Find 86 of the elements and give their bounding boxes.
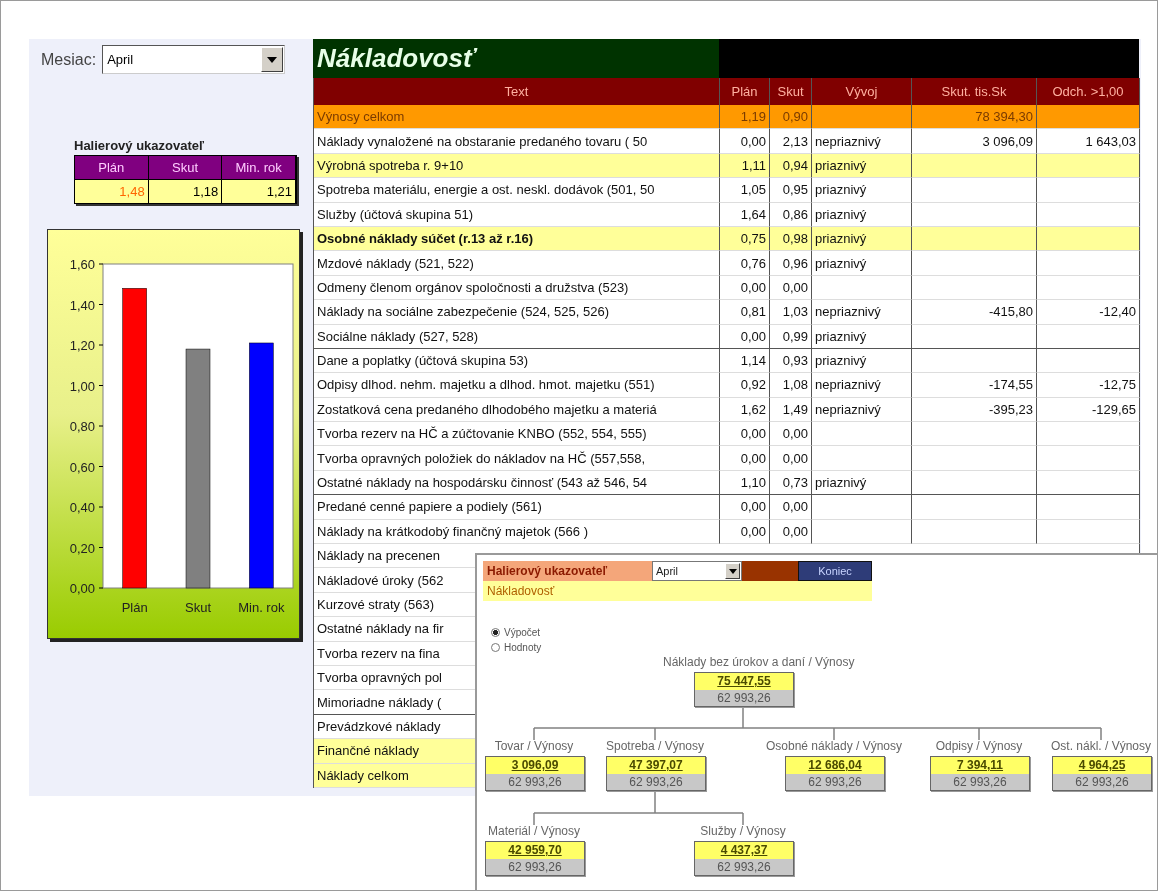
- category-label: Min. rok: [238, 600, 285, 615]
- month-dropdown[interactable]: April: [652, 561, 742, 581]
- radio-option[interactable]: Hodnoty: [491, 642, 581, 653]
- node-base: 62 993,26: [717, 691, 771, 705]
- table-cell: 0,81: [720, 300, 770, 325]
- table-cell: 1,05: [720, 178, 770, 203]
- table-cell: Tvorba opravných položiek do nákladov na HČ (557,558,: [314, 446, 720, 471]
- table-cell: 1,64: [720, 202, 770, 227]
- node-base: 62 993,26: [508, 775, 562, 789]
- dialog-title: Halierový ukazovateľ: [483, 561, 652, 581]
- month-label: Mesiac:: [41, 50, 97, 69]
- table-cell: Náklady vynaložené na obstaranie predaného tovaru ( 50: [314, 129, 720, 154]
- table-cell: 1,18: [148, 179, 223, 203]
- node-label: Spotreba / Výnosy: [605, 739, 705, 753]
- sheet-title: Nákladovosť: [313, 39, 719, 78]
- table-cell: 0,76: [720, 251, 770, 276]
- table-cell: Predané cenné papiere a podiely (561): [314, 495, 720, 520]
- node-label: Služby / Výnosy: [700, 824, 786, 838]
- table-cell: Odpisy dlhod. nehm. majetku a dlhod. hmot. majetku (551): [314, 373, 720, 398]
- node-base: 62 993,26: [629, 775, 683, 789]
- node-label: Tovar / Výnosy: [494, 739, 574, 753]
- node-base: 62 993,26: [717, 860, 771, 874]
- node-base: 62 993,26: [953, 775, 1007, 789]
- dropdown-arrow-icon: [267, 56, 278, 63]
- table-cell: 0,00: [720, 324, 770, 349]
- axis-tick-label: 0,40: [69, 500, 95, 515]
- axis-tick-label: 1,40: [69, 297, 95, 313]
- category-label: Plán: [121, 600, 148, 615]
- table-cell: priaznivý: [812, 178, 912, 203]
- table-cell: -415,80: [912, 300, 1037, 325]
- table-cell: 0,92: [720, 373, 770, 398]
- table-cell: 0,86: [770, 202, 812, 227]
- table-cell: Spotreba materiálu, energie a ost. neskl. dodávok (501, 50: [314, 178, 720, 203]
- column-header: Plán: [75, 156, 149, 179]
- node-base: 62 993,26: [1075, 775, 1129, 789]
- node-base: 62 993,26: [808, 775, 862, 789]
- month-dropdown[interactable]: April: [102, 45, 286, 74]
- table-cell: 1,03: [770, 300, 812, 325]
- table-cell: 1 643,03: [1037, 129, 1140, 154]
- table-cell: 3 096,09: [912, 129, 1037, 154]
- table-cell: nepriaznivý: [812, 373, 912, 398]
- column-header: Skut: [148, 156, 223, 179]
- axis-tick-label: 0,00: [69, 581, 95, 596]
- table-cell: Služby (účtová skupina 51): [314, 202, 720, 227]
- table-cell: 0,00: [720, 129, 770, 154]
- node-label: Odpisy / Výnosy: [935, 739, 1023, 753]
- table-cell: priaznivý: [812, 202, 912, 227]
- table-cell: 1,21: [222, 179, 296, 203]
- table-cell: 0,95: [770, 178, 812, 203]
- table-cell: Mzdové náklady (521, 522): [314, 251, 720, 276]
- table-cell: nepriaznivý: [812, 129, 912, 154]
- table-cell: Sociálne náklady (527, 528): [314, 324, 720, 349]
- category-label: Skut: [185, 600, 211, 615]
- table-cell: nepriaznivý: [812, 300, 912, 325]
- color-block: [742, 561, 798, 581]
- table-cell: 1,08: [770, 373, 812, 398]
- axis-tick-label: 0,60: [69, 459, 95, 475]
- dropdown-arrow-icon: [728, 568, 737, 574]
- table-cell: 0,00: [720, 446, 770, 471]
- indicator-title: Halierový ukazovateľ: [74, 138, 205, 153]
- table-cell: 0,00: [770, 495, 812, 520]
- table-cell: priaznivý: [812, 324, 912, 349]
- axis-tick-label: 0,20: [69, 540, 95, 556]
- table-cell: Náklady na sociálne zabezpečenie (524, 525, 526): [314, 300, 720, 325]
- dialog-subtitle: Nákladovosť: [483, 581, 872, 601]
- table-cell: 0,00: [720, 495, 770, 520]
- table-cell: priaznivý: [812, 251, 912, 276]
- table-cell: -174,55: [912, 373, 1037, 398]
- radio-option[interactable]: Výpočet: [491, 627, 581, 638]
- table-cell: -12,40: [1037, 300, 1140, 325]
- table-cell: 0,96: [770, 251, 812, 276]
- column-header: Min. rok: [222, 156, 296, 179]
- close-button[interactable]: Koniec: [798, 561, 872, 581]
- node-label: Náklady bez úrokov a daní / Výnosy: [663, 655, 855, 669]
- axis-tick-label: 1,00: [69, 378, 95, 394]
- node-label: Materiál / Výnosy: [487, 824, 580, 838]
- axis-tick-label: 1,60: [69, 257, 95, 272]
- table-cell: 0,99: [770, 324, 812, 349]
- table-cell: 1,48: [75, 179, 149, 203]
- axis-tick-label: 0,80: [69, 419, 95, 434]
- table-cell: 2,13: [770, 129, 812, 154]
- axis-tick-label: 1,20: [69, 338, 95, 353]
- table-cell: 0,00: [770, 446, 812, 471]
- table-cell: -12,75: [1037, 373, 1140, 398]
- node-label: Osobné náklady / Výnosy: [765, 739, 903, 753]
- node-base: 62 993,26: [508, 860, 562, 874]
